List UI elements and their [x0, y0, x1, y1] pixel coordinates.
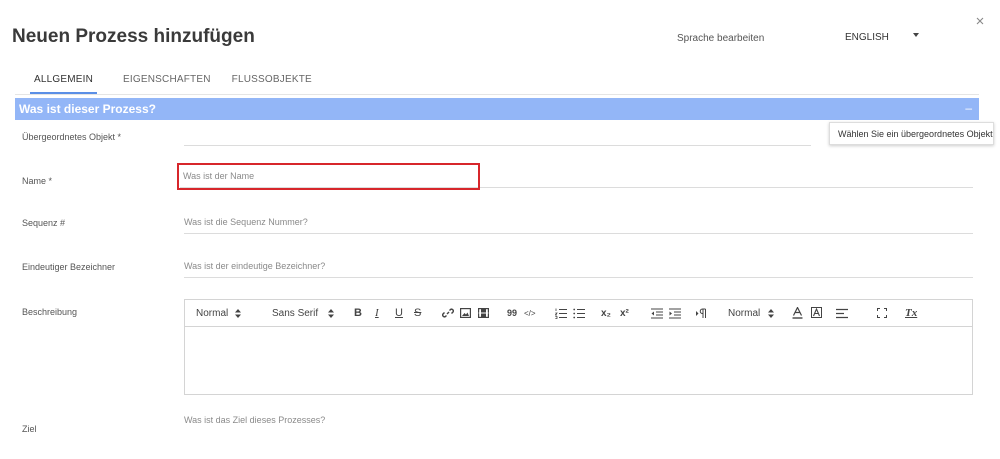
video-button[interactable] — [478, 306, 489, 320]
subscript-button[interactable]: x₂ — [601, 306, 611, 320]
superscript-button[interactable]: x² — [620, 306, 629, 320]
clear-format-button[interactable]: Tx — [905, 306, 917, 320]
clear-format-icon: Tx — [905, 307, 918, 319]
parent-object-label: Übergeordnetes Objekt * — [22, 132, 122, 142]
text-color-icon — [792, 307, 803, 319]
subscript-icon: x₂ — [601, 307, 612, 319]
tab-allgemein[interactable]: ALLGEMEIN — [29, 68, 98, 94]
language-label: Sprache bearbeiten — [677, 33, 765, 44]
fullscreen-button[interactable] — [877, 306, 887, 320]
section-header[interactable]: Was ist dieser Prozess? – — [15, 98, 979, 120]
underline-icon: U — [395, 307, 403, 319]
parent-object-tooltip: Wählen Sie ein übergeordnetes Objekt — [829, 122, 994, 145]
sequence-placeholder: Was ist die Sequenz Nummer? — [184, 217, 308, 227]
fullscreen-icon — [877, 308, 887, 318]
code-button[interactable]: </> — [524, 306, 536, 320]
strike-button[interactable]: S — [414, 306, 421, 320]
section-title: Was ist dieser Prozess? — [19, 102, 156, 116]
identifier-placeholder: Was ist der eindeutige Bezeichner? — [184, 261, 326, 271]
ordered-list-icon — [555, 308, 567, 319]
outdent-button[interactable] — [651, 306, 663, 320]
image-icon — [460, 308, 471, 318]
text-direction-button[interactable] — [696, 306, 707, 320]
close-button[interactable] — [975, 13, 985, 25]
collapse-toggle[interactable]: – — [965, 101, 972, 115]
identifier-label: Eindeutiger Bezeichner — [22, 262, 116, 272]
goal-placeholder: Was ist das Ziel dieses Prozesses? — [184, 415, 326, 425]
language-select[interactable]: ENGLISH — [845, 28, 925, 46]
size-select-arrows-icon — [768, 306, 774, 320]
bullet-list-icon — [573, 308, 585, 318]
editor-toolbar: Normal Sans Serif B I U S 99 </> x₂ x² N… — [185, 300, 972, 327]
name-label: Name * — [22, 176, 53, 186]
link-button[interactable] — [442, 306, 454, 320]
link-icon — [442, 308, 454, 318]
header-select-value: Normal — [196, 307, 229, 319]
indent-button[interactable] — [669, 306, 681, 320]
code-icon: </> — [524, 308, 536, 318]
goal-label: Ziel — [22, 424, 37, 434]
italic-icon: I — [375, 307, 379, 319]
header-select-arrows-icon — [235, 306, 241, 320]
video-icon — [478, 308, 489, 318]
description-editor: Normal Sans Serif B I U S 99 </> x₂ x² N… — [184, 299, 973, 395]
superscript-icon: x² — [620, 307, 629, 319]
font-select-arrows-icon — [328, 306, 334, 320]
background-color-icon — [811, 307, 822, 318]
ordered-list-button[interactable] — [555, 306, 567, 320]
header-select[interactable]: Normal — [196, 306, 228, 320]
size-select-value: Normal — [728, 307, 761, 319]
tab-divider — [15, 94, 979, 95]
tab-eigenschaften[interactable]: EIGENSCHAFTEN — [123, 68, 211, 94]
align-button[interactable] — [836, 306, 848, 320]
close-icon — [976, 17, 984, 25]
text-color-button[interactable] — [792, 306, 803, 320]
sequence-label: Sequenz # — [22, 218, 66, 228]
name-input-highlight — [177, 163, 480, 190]
description-editor-body[interactable] — [185, 327, 972, 394]
blockquote-button[interactable]: 99 — [507, 306, 517, 320]
background-color-button[interactable] — [811, 306, 822, 320]
sequence-input[interactable]: Was ist die Sequenz Nummer? — [184, 214, 973, 234]
italic-button[interactable]: I — [375, 306, 379, 320]
image-button[interactable] — [460, 306, 471, 320]
indent-icon — [669, 307, 681, 319]
outdent-icon — [651, 307, 663, 319]
parent-object-field[interactable] — [184, 126, 811, 146]
quote-icon: 99 — [507, 308, 518, 318]
language-select-value: ENGLISH — [845, 31, 889, 43]
goal-input[interactable]: Was ist das Ziel dieses Prozesses? — [184, 412, 973, 432]
bullet-list-button[interactable] — [573, 306, 585, 320]
font-select[interactable]: Sans Serif — [272, 306, 318, 320]
text-direction-icon — [696, 308, 706, 318]
dialog-title: Neuen Prozess hinzufügen — [12, 26, 255, 47]
description-label: Beschreibung — [22, 307, 78, 317]
align-icon — [836, 308, 848, 318]
bold-icon: B — [354, 307, 362, 319]
bold-button[interactable]: B — [354, 306, 362, 320]
chevron-down-icon — [913, 33, 919, 37]
identifier-input[interactable]: Was ist der eindeutige Bezeichner? — [184, 258, 973, 278]
tab-bar: ALLGEMEIN EIGENSCHAFTEN FLUSSOBJEKTE — [18, 68, 312, 94]
strike-icon: S — [414, 307, 422, 319]
font-select-value: Sans Serif — [272, 307, 319, 319]
underline-button[interactable]: U — [395, 306, 403, 320]
size-select[interactable]: Normal — [728, 306, 760, 320]
tab-flussobjekte[interactable]: FLUSSOBJEKTE — [232, 68, 312, 94]
